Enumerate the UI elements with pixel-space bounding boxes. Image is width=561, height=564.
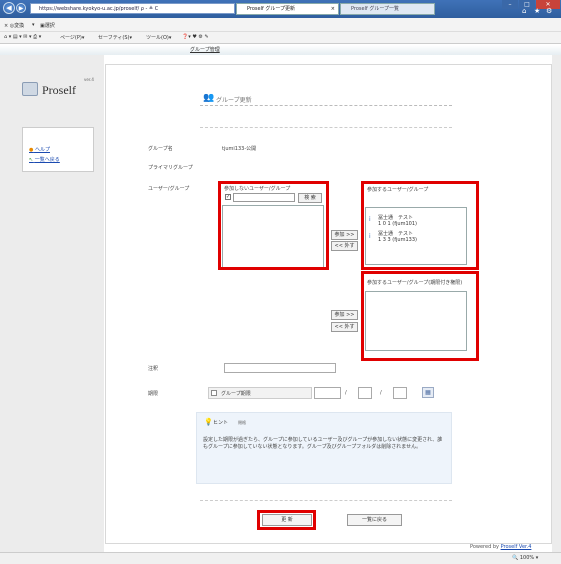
page-title: グループ更新 <box>216 97 252 104</box>
joined-expiry-highlight <box>361 271 479 361</box>
year-input[interactable] <box>314 387 341 399</box>
tab-group-list[interactable]: Proself グループ一覧 <box>340 3 435 15</box>
period-checkbox-label: グループ期限 <box>221 391 251 397</box>
group-management-link[interactable]: グループ管理 <box>190 46 220 53</box>
proself-logo-icon <box>22 82 38 96</box>
date-separator: / <box>380 390 382 396</box>
remove-button[interactable]: << 外す <box>331 241 358 251</box>
section-divider <box>200 127 452 128</box>
lightbulb-icon: 💡 <box>204 418 213 426</box>
section-divider <box>200 500 452 501</box>
page-menu[interactable]: ページ(P)▾ <box>60 34 84 41</box>
powered-by: Powered by Proself Ver.4 <box>470 544 531 550</box>
convert-menu[interactable]: × ◎変換 <box>4 22 24 29</box>
month-input[interactable] <box>358 387 372 399</box>
convert-dropdown-icon[interactable]: ▾ <box>32 22 35 28</box>
primary-group-label: プライマリグループ <box>148 165 193 171</box>
favorites-star-icon[interactable]: ★ <box>534 7 540 15</box>
address-bar[interactable]: https://webshare.kyokyo-u.ac.jp/proself/… <box>30 3 235 14</box>
logo-version: ver.4 <box>84 77 94 82</box>
forward-arrow-icon[interactable]: ▶ <box>16 3 26 13</box>
tab-group-update[interactable]: Proself グループ更新 × <box>236 3 339 15</box>
safety-menu[interactable]: セーフティ(S)▾ <box>98 34 132 41</box>
home-icon[interactable]: ⌂ <box>522 7 526 15</box>
update-highlight <box>257 510 316 530</box>
select-menu[interactable]: ▣選択 <box>40 22 55 29</box>
join-expiry-button[interactable]: 参加 >> <box>331 310 358 320</box>
back-to-list-button[interactable]: 一覧に戻る <box>347 514 402 526</box>
help-icon[interactable]: ❓▾ ♥ ⚙ ✎ <box>182 34 209 40</box>
hint-close-link[interactable]: 閉格 <box>238 420 246 426</box>
note-label: 注釈 <box>148 366 159 372</box>
sidebar-item-help[interactable]: ● ヘルプ <box>29 146 50 153</box>
right-pane <box>552 55 561 552</box>
powered-prefix: Powered by <box>470 544 501 550</box>
gear-icon[interactable]: ⚙ <box>546 7 552 15</box>
not-joined-highlight <box>218 181 329 270</box>
logo-text: Proself <box>42 83 76 97</box>
favorites-bar: × ◎変換 ▾ ▣選択 <box>0 18 561 32</box>
powered-by-link[interactable]: Proself Ver.4 <box>501 544 532 550</box>
back-arrow-small-icon: ↖ <box>29 157 34 163</box>
back-arrow-icon[interactable]: ◀ <box>3 2 15 14</box>
help-circle-icon: ● <box>29 147 34 153</box>
day-input[interactable] <box>393 387 407 399</box>
period-label: 期限 <box>148 391 159 397</box>
minimize-icon[interactable]: – <box>502 0 518 9</box>
close-tab-icon[interactable]: × <box>331 4 335 14</box>
group-name-label: グループ名 <box>148 146 173 152</box>
home-small-icon[interactable]: ⌂ ▾ ▤ ▾ ✉ ▾ ⎙ ▾ <box>4 34 41 40</box>
tools-menu[interactable]: ツール(O)▾ <box>146 34 171 41</box>
joined-highlight <box>361 181 479 270</box>
group-users-icon: 👥 <box>203 93 215 103</box>
sidebar-links: ● ヘルプ ↖ 一覧へ戻る <box>22 127 94 172</box>
hint-text: 設定した期限が過ぎたら、グループに参加しているユーザー及びグループが参加しない状… <box>203 437 443 450</box>
date-separator: / <box>345 390 347 396</box>
zoom-value: 100% <box>519 555 535 561</box>
period-checkbox[interactable] <box>211 390 217 396</box>
remove-expiry-button[interactable]: << 外す <box>331 322 358 332</box>
calendar-icon[interactable]: ▦ <box>422 387 434 398</box>
sidebar-item-back-to-list[interactable]: ↖ 一覧へ戻る <box>29 156 60 163</box>
join-button[interactable]: 参加 >> <box>331 230 358 240</box>
hint-title: ヒント <box>213 420 229 426</box>
app-topbar <box>0 45 561 55</box>
note-input[interactable] <box>224 363 336 373</box>
zoom-icon: 🔍 <box>512 555 519 561</box>
proself-logo: Proself ver.4 <box>22 77 94 102</box>
zoom-level[interactable]: 🔍 100% ▾ <box>512 555 538 561</box>
user-group-label: ユーザー/グループ <box>148 186 190 192</box>
group-name-value: tjumi133-公開 <box>222 146 257 152</box>
sidebar-item-label: 一覧へ戻る <box>34 157 60 163</box>
status-bar <box>0 552 561 564</box>
tab-label: Proself グループ一覧 <box>351 6 400 12</box>
command-bar: ⌂ ▾ ▤ ▾ ✉ ▾ ⎙ ▾ ページ(P)▾ セーフティ(S)▾ ツール(O)… <box>0 32 561 44</box>
title-divider <box>200 105 452 106</box>
tab-label: Proself グループ更新 <box>247 6 296 12</box>
sidebar-item-label: ヘルプ <box>34 147 50 153</box>
